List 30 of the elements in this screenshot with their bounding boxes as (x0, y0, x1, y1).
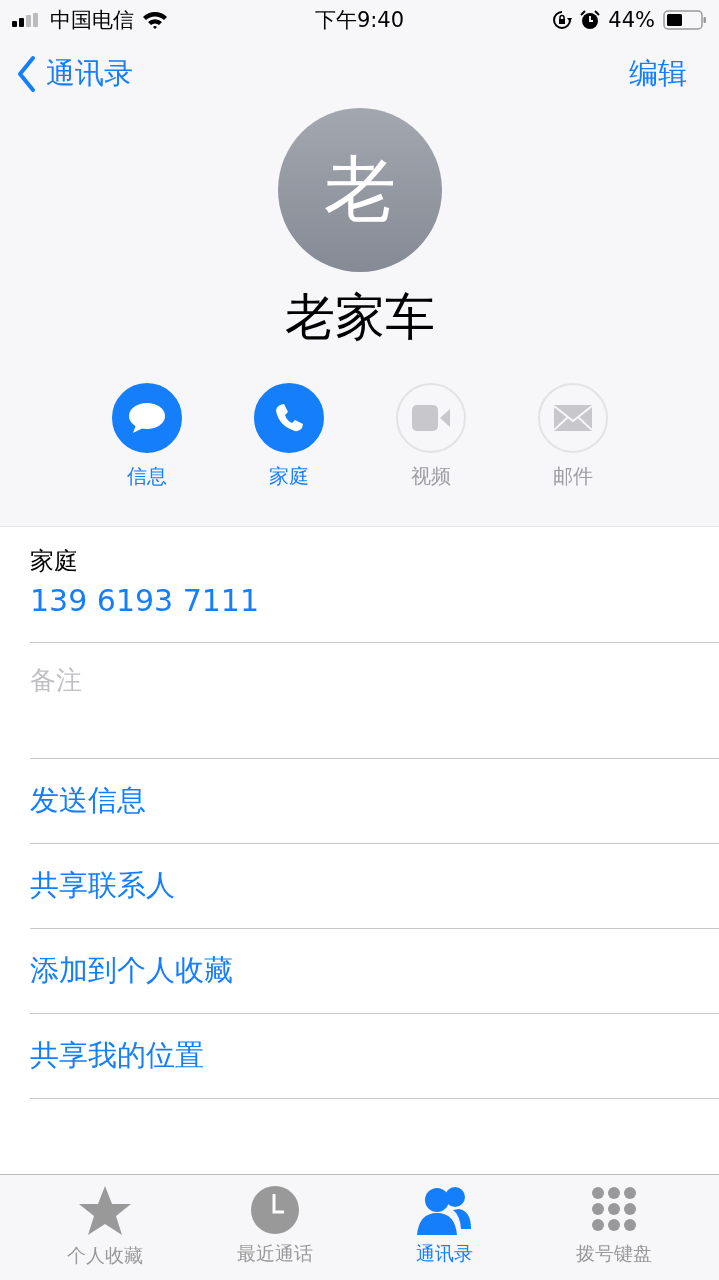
tab[interactable]: 通讯录 (374, 1185, 515, 1280)
battery-icon (663, 10, 707, 30)
avatar: 老 (277, 108, 442, 272)
wifi-icon (142, 11, 168, 29)
phone-label: 家庭 (30, 546, 79, 577)
notes-field[interactable]: 备注 (30, 643, 719, 759)
chevron-left-icon (16, 55, 36, 93)
action-link[interactable]: 发送信息 (30, 759, 719, 844)
clock-icon (249, 1185, 300, 1235)
speech-bubble-icon (127, 402, 166, 434)
tab[interactable]: 个人收藏 (34, 1185, 175, 1280)
phone-number-link[interactable]: 139 6193 7111 (30, 583, 719, 618)
star-icon (77, 1185, 132, 1237)
people-icon (417, 1185, 472, 1235)
phone-icon (273, 403, 304, 433)
action-link[interactable]: 共享我的位置 (30, 1014, 719, 1099)
carrier-name: 中国电信 (50, 7, 134, 34)
contact-name: 老家车 (284, 287, 435, 348)
envelope-icon (553, 405, 592, 431)
battery-percent: 44% (608, 8, 655, 32)
action-link[interactable]: 共享联系人 (30, 844, 719, 929)
rotation-lock-icon (552, 10, 573, 30)
action-link[interactable]: 添加到个人收藏 (30, 929, 719, 1014)
tab[interactable]: 拨号键盘 (544, 1185, 685, 1280)
video-camera-icon (411, 405, 450, 431)
edit-button[interactable]: 编辑 (629, 54, 687, 94)
status-time: 下午9:40 (314, 7, 405, 34)
tab[interactable]: 最近通话 (204, 1185, 345, 1280)
alarm-icon (580, 10, 601, 30)
back-button[interactable]: 通讯录 (16, 54, 133, 94)
